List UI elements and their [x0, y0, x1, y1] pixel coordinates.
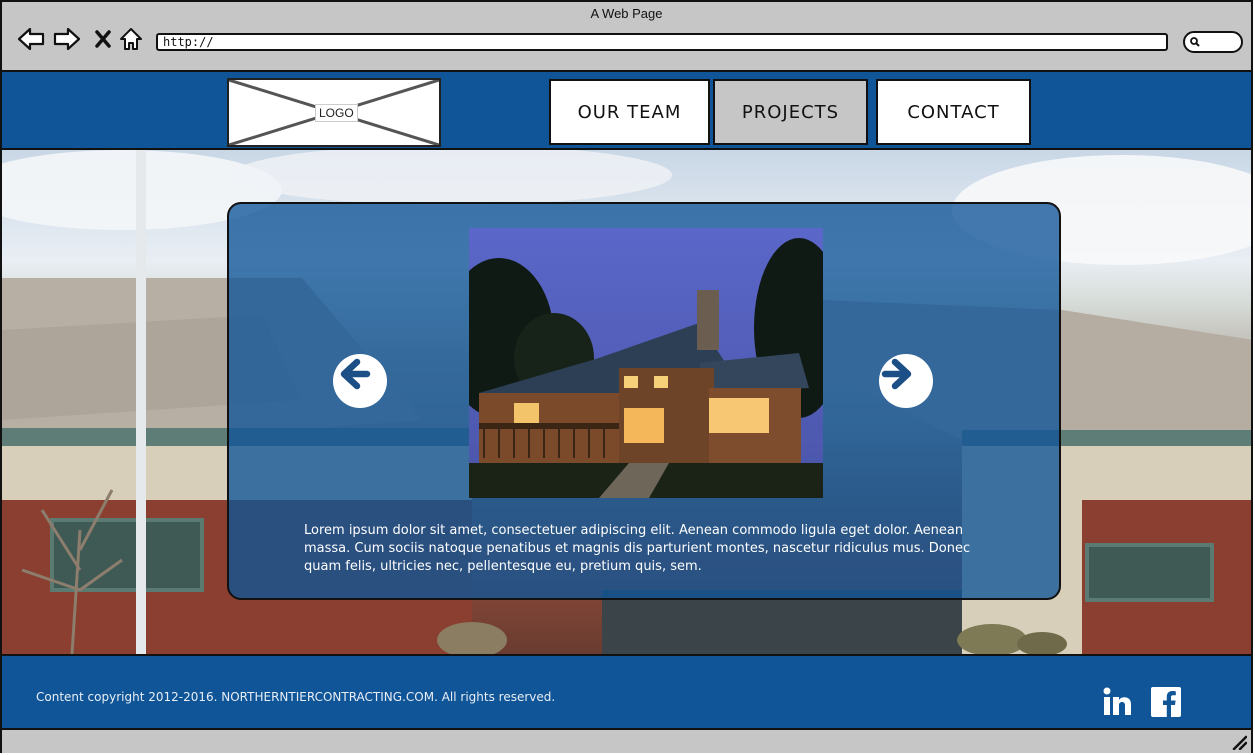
nav-projects-label: PROJECTS: [741, 101, 840, 123]
logo-placeholder[interactable]: LOGO: [227, 78, 441, 147]
carousel-caption: Lorem ipsum dolor sit amet, consectetuer…: [304, 523, 971, 574]
facebook-icon[interactable]: [1150, 686, 1182, 718]
search-icon: [1190, 37, 1200, 47]
site-header: LOGO OUR TEAM PROJECTS CONTACT: [2, 72, 1251, 150]
resize-grip-icon[interactable]: [1231, 734, 1247, 750]
back-arrow-icon[interactable]: [16, 24, 46, 54]
project-photo: [469, 228, 823, 498]
browser-search-field[interactable]: [1183, 31, 1243, 53]
linkedin-icon[interactable]: [1101, 686, 1133, 718]
nav-projects[interactable]: PROJECTS: [713, 79, 868, 145]
window-title: A Web Page: [590, 6, 663, 21]
project-carousel: Lorem ipsum dolor sit amet, consectetuer…: [227, 202, 1061, 600]
hero-section: Lorem ipsum dolor sit amet, consectetuer…: [2, 150, 1251, 654]
browser-window: A Web Page http:// LOGO OUR TEAM PROJECT…: [0, 0, 1253, 753]
nav-our-team-label: OUR TEAM: [577, 101, 682, 123]
carousel-next-button[interactable]: [879, 354, 933, 408]
nav-contact-label: CONTACT: [907, 101, 1000, 123]
home-icon[interactable]: [116, 24, 146, 54]
site-footer: Content copyright 2012-2016. NORTHERNTIE…: [2, 654, 1251, 730]
carousel-prev-button[interactable]: [333, 354, 387, 408]
arrow-right-circle-icon: [881, 358, 912, 390]
nav-our-team[interactable]: OUR TEAM: [549, 79, 710, 145]
browser-status-bar: [2, 730, 1251, 753]
stop-x-icon[interactable]: [88, 24, 118, 54]
address-bar[interactable]: http://: [156, 33, 1168, 51]
copyright-text: Content copyright 2012-2016. NORTHERNTIE…: [36, 690, 556, 704]
arrow-left-circle-icon: [340, 358, 371, 390]
logo-text: LOGO: [315, 104, 358, 122]
nav-contact[interactable]: CONTACT: [876, 79, 1031, 145]
forward-arrow-icon[interactable]: [52, 24, 82, 54]
browser-toolbar: A Web Page http://: [2, 2, 1251, 72]
